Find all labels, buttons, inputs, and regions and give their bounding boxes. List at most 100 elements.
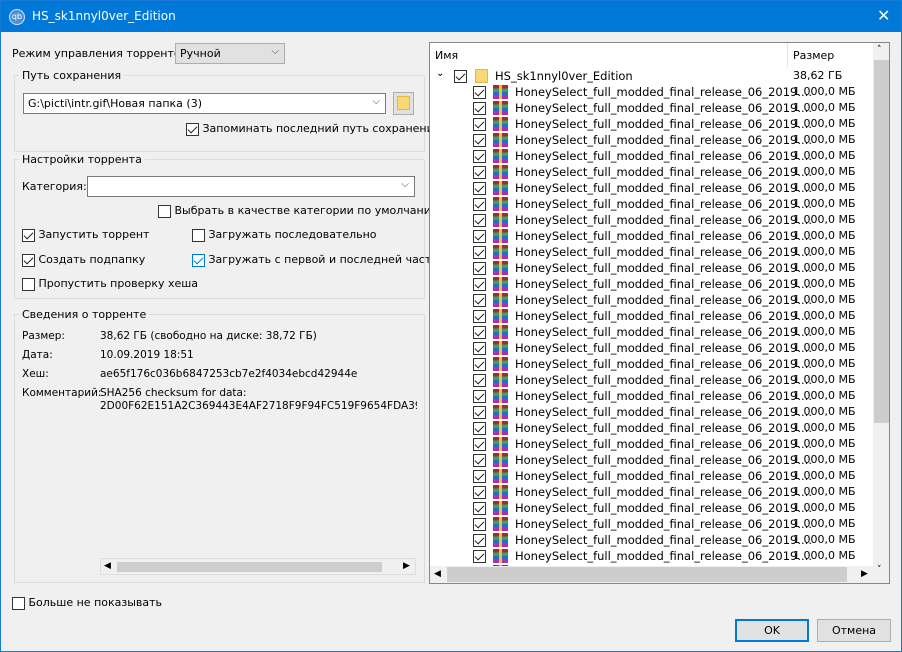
file-row[interactable]: HoneySelect_full_modded_final_release_06… [430, 276, 873, 292]
file-row[interactable]: HoneySelect_full_modded_final_release_06… [430, 196, 873, 212]
scroll-left-icon[interactable]: ◀ [434, 569, 441, 579]
file-row[interactable]: HoneySelect_full_modded_final_release_06… [430, 212, 873, 228]
remember-path-checkbox[interactable]: Запоминать последний путь сохранения [186, 122, 440, 136]
close-button[interactable]: ✕ [877, 6, 890, 25]
file-row[interactable]: HoneySelect_full_modded_final_release_06… [430, 116, 873, 132]
file-size: 1 000,0 МБ [793, 213, 856, 226]
first-last-checkbox[interactable]: Загружать с первой и последней части [192, 253, 438, 267]
settings-title: Настройки торрента [19, 153, 145, 166]
file-tree[interactable]: ^ Имя Размер ⌄ HS_sk1nnyl0ver_Edition 38… [429, 42, 890, 584]
archive-icon [493, 293, 508, 307]
scrollbar-thumb[interactable] [447, 567, 847, 582]
file-row[interactable]: HoneySelect_full_modded_final_release_06… [430, 548, 873, 564]
file-row[interactable]: HoneySelect_full_modded_final_release_06… [430, 356, 873, 372]
checkbox-icon[interactable] [473, 181, 486, 195]
column-name[interactable]: Имя [435, 49, 458, 62]
checkbox-icon[interactable] [473, 277, 486, 291]
file-row[interactable]: HoneySelect_full_modded_final_release_06… [430, 420, 873, 436]
comment-label: Комментарий: [22, 387, 102, 399]
checkbox-icon[interactable] [473, 357, 486, 371]
save-path-select[interactable]: G:\picti\intr.gif\Новая папка (3) ⌵ [23, 93, 386, 114]
start-torrent-checkbox[interactable]: Запустить торрент [22, 228, 149, 242]
file-row[interactable]: HoneySelect_full_modded_final_release_06… [430, 260, 873, 276]
checkbox-icon[interactable] [473, 101, 486, 115]
checkbox-icon[interactable] [473, 133, 486, 147]
tree-root-row[interactable]: ⌄ HS_sk1nnyl0ver_Edition 38,62 ГБ [430, 68, 873, 84]
skip-hash-checkbox[interactable]: Пропустить проверку хеша [22, 277, 198, 291]
file-row[interactable]: HoneySelect_full_modded_final_release_06… [430, 468, 873, 484]
archive-icon [493, 245, 508, 259]
checkbox-icon[interactable] [473, 485, 486, 499]
file-row[interactable]: HoneySelect_full_modded_final_release_06… [430, 180, 873, 196]
checkbox-icon[interactable] [473, 293, 486, 307]
archive-icon [493, 341, 508, 355]
checkbox-icon[interactable] [473, 517, 486, 531]
checkbox-icon[interactable] [473, 325, 486, 339]
cancel-button[interactable]: Отмена [817, 619, 891, 642]
scroll-right-icon[interactable]: ▶ [861, 569, 868, 579]
checkbox-icon[interactable] [473, 421, 486, 435]
file-row[interactable]: HoneySelect_full_modded_final_release_06… [430, 500, 873, 516]
column-size[interactable]: Размер [793, 49, 834, 62]
file-row[interactable]: HoneySelect_full_modded_final_release_06… [430, 148, 873, 164]
checkbox-icon[interactable] [473, 453, 486, 467]
file-row[interactable]: HoneySelect_full_modded_final_release_06… [430, 372, 873, 388]
checkbox-icon[interactable] [473, 149, 486, 163]
checkbox-icon[interactable] [473, 229, 486, 243]
scrollbar-thumb[interactable] [874, 60, 889, 423]
scrollbar-thumb[interactable] [117, 562, 382, 572]
checkbox-icon[interactable] [473, 213, 486, 227]
scroll-down-icon[interactable]: ˅ [877, 565, 882, 575]
file-row[interactable]: HoneySelect_full_modded_final_release_06… [430, 404, 873, 420]
file-row[interactable]: HoneySelect_full_modded_final_release_06… [430, 132, 873, 148]
checkbox-icon[interactable] [473, 405, 486, 419]
checkbox-icon[interactable] [473, 389, 486, 403]
file-row[interactable]: HoneySelect_full_modded_final_release_06… [430, 324, 873, 340]
checkbox-icon[interactable] [473, 533, 486, 547]
file-row[interactable]: HoneySelect_full_modded_final_release_06… [430, 100, 873, 116]
checkbox-icon[interactable] [473, 469, 486, 483]
scroll-up-icon[interactable]: ˄ [877, 45, 882, 55]
checkbox-icon[interactable] [473, 501, 486, 515]
file-row[interactable]: HoneySelect_full_modded_final_release_06… [430, 340, 873, 356]
file-row[interactable]: HoneySelect_full_modded_final_release_06… [430, 84, 873, 100]
file-row[interactable]: HoneySelect_full_modded_final_release_06… [430, 436, 873, 452]
checkbox-icon[interactable] [473, 245, 486, 259]
checkbox-icon[interactable] [473, 373, 486, 387]
checkbox-icon[interactable] [473, 165, 486, 179]
sequential-checkbox[interactable]: Загружать последовательно [192, 228, 377, 242]
file-row[interactable]: HoneySelect_full_modded_final_release_06… [430, 484, 873, 500]
tree-horizontal-scrollbar[interactable]: ◀ ▶ [430, 566, 873, 583]
checkbox-icon[interactable] [473, 197, 486, 211]
browse-folder-button[interactable] [393, 92, 414, 115]
scroll-left-icon[interactable]: ◀ [104, 561, 111, 571]
file-row[interactable]: HoneySelect_full_modded_final_release_06… [430, 228, 873, 244]
dont-show-checkbox[interactable]: Больше не показывать [12, 596, 162, 610]
ok-button[interactable]: OK [735, 619, 809, 642]
file-row[interactable]: HoneySelect_full_modded_final_release_06… [430, 532, 873, 548]
file-row[interactable]: HoneySelect_full_modded_final_release_06… [430, 292, 873, 308]
checkbox-icon[interactable] [473, 261, 486, 275]
file-row[interactable]: HoneySelect_full_modded_final_release_06… [430, 388, 873, 404]
file-row[interactable]: HoneySelect_full_modded_final_release_06… [430, 164, 873, 180]
file-row[interactable]: HoneySelect_full_modded_final_release_06… [430, 452, 873, 468]
info-horizontal-scrollbar[interactable]: ◀ ▶ [100, 558, 416, 575]
mode-select[interactable]: Ручной ⌵ [175, 43, 285, 64]
checkbox-icon[interactable] [454, 69, 467, 83]
checkbox-icon[interactable] [473, 437, 486, 451]
file-row[interactable]: HoneySelect_full_modded_final_release_06… [430, 516, 873, 532]
subfolder-checkbox[interactable]: Создать подпапку [22, 253, 145, 267]
tree-vertical-scrollbar[interactable]: ˄ ˅ [873, 43, 889, 583]
checkbox-icon[interactable] [473, 341, 486, 355]
checkbox-icon[interactable] [473, 309, 486, 323]
expand-chevron-icon[interactable]: ⌄ [436, 68, 444, 79]
checkbox-icon[interactable] [473, 85, 486, 99]
category-select[interactable]: ⌵ [87, 176, 415, 197]
file-row[interactable]: HoneySelect_full_modded_final_release_06… [430, 244, 873, 260]
default-category-checkbox[interactable]: Выбрать в качестве категории по умолчани… [158, 204, 440, 218]
checkbox-icon[interactable] [473, 549, 486, 563]
scroll-right-icon[interactable]: ▶ [403, 561, 410, 571]
checkbox-icon[interactable] [473, 117, 486, 131]
archive-icon [493, 357, 508, 371]
file-row[interactable]: HoneySelect_full_modded_final_release_06… [430, 308, 873, 324]
